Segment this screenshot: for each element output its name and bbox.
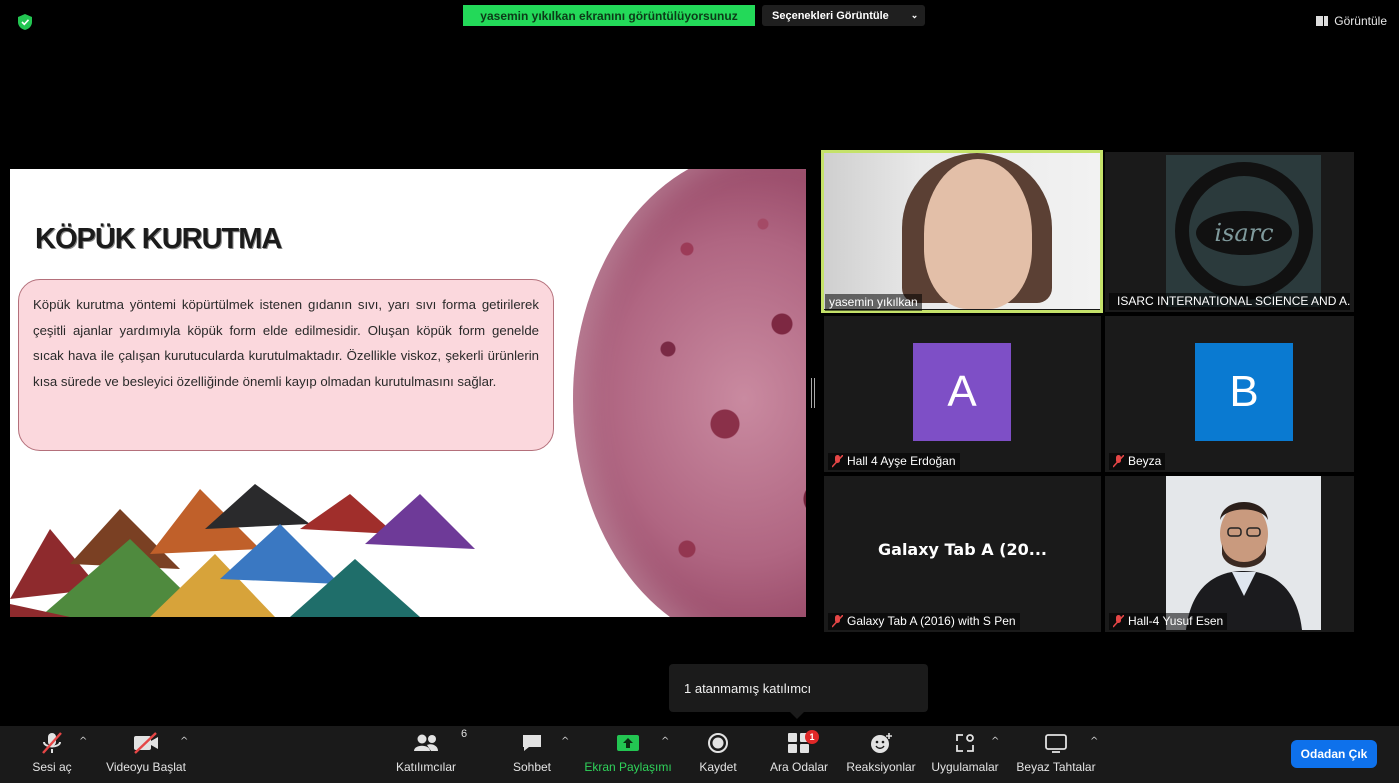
participant-tile-yasemin[interactable]: yasemin yıkılkan — [821, 150, 1103, 313]
isarc-logo: isarc — [1166, 155, 1321, 307]
participant-name-text: Hall-4 Yusuf Esen — [1128, 614, 1224, 628]
avatar: A — [913, 343, 1011, 441]
apps-options-chevron-icon[interactable]: ^ — [991, 736, 1001, 748]
screen-share-banner: yasemin yıkılkan ekranını görüntülüyorsu… — [463, 5, 755, 26]
participant-name: Galaxy Tab A (2016) with S Pen — [828, 613, 1020, 630]
record-button[interactable]: Kaydet — [695, 726, 741, 783]
participant-name: Beyza — [1109, 453, 1166, 470]
shield-icon[interactable] — [18, 14, 32, 30]
view-options-button[interactable]: Seçenekleri Görüntüle ⌄ — [762, 5, 925, 26]
participant-name-text: yasemin yıkılkan — [829, 295, 918, 309]
participant-name: yasemin yıkılkan — [825, 294, 922, 311]
reactions-icon — [871, 733, 892, 753]
video-feed — [1166, 476, 1321, 630]
participant-tile-ayse[interactable]: A Hall 4 Ayşe Erdoğan — [824, 316, 1101, 472]
breakout-rooms-label: Ara Odalar — [769, 760, 829, 774]
breakout-badge: 1 — [805, 730, 819, 744]
muted-mic-icon — [832, 455, 843, 468]
participants-button[interactable]: 6 Katılımcılar — [388, 726, 468, 783]
record-label: Kaydet — [699, 760, 737, 774]
participant-tile-yusuf[interactable]: Hall-4 Yusuf Esen — [1105, 476, 1354, 632]
participants-label: Katılımcılar — [395, 760, 456, 774]
chat-label: Sohbet — [512, 760, 552, 774]
view-button[interactable]: Görüntüle — [1316, 14, 1387, 28]
slide-title: KÖPÜK KURUTMA — [35, 223, 282, 255]
apps-button[interactable]: Uygulamalar — [928, 726, 1002, 783]
start-video-label: Videoyu Başlat — [106, 760, 186, 774]
participant-name-text: Galaxy Tab A (2016) with S Pen — [847, 614, 1016, 628]
participant-name-text: ISARC INTERNATIONAL SCIENCE AND A... — [1117, 294, 1350, 308]
resize-handle[interactable] — [811, 378, 815, 408]
foam-image — [573, 169, 806, 617]
avatar: B — [1195, 343, 1293, 441]
apps-label: Uygulamalar — [931, 760, 999, 774]
share-screen-button[interactable]: Ekran Paylaşımı — [584, 726, 672, 783]
reactions-label: Reaksiyonlar — [846, 760, 916, 774]
chat-options-chevron-icon[interactable]: ^ — [561, 736, 571, 748]
video-face — [924, 159, 1032, 309]
start-video-button[interactable]: Videoyu Başlat — [104, 726, 188, 783]
participant-name-text: Hall 4 Ayşe Erdoğan — [847, 454, 956, 468]
share-screen-icon — [617, 735, 639, 751]
unmute-label: Sesi aç — [32, 760, 72, 774]
isarc-logo-text: isarc — [1214, 219, 1273, 247]
participant-tile-isarc[interactable]: isarc ISARC INTERNATIONAL SCIENCE AND A.… — [1105, 152, 1354, 312]
participant-display-name: Galaxy Tab A (20... — [878, 540, 1047, 559]
chat-button[interactable]: Sohbet — [505, 726, 559, 783]
whiteboard-icon — [1045, 734, 1067, 753]
audio-options-chevron-icon[interactable]: ^ — [79, 736, 89, 748]
video-feed — [824, 153, 1100, 309]
zoom-meeting-window: yasemin yıkılkan ekranını görüntülüyorsu… — [0, 0, 1399, 783]
participant-tile-beyza[interactable]: B Beyza — [1105, 316, 1354, 472]
reactions-button[interactable]: Reaksiyonlar — [846, 726, 916, 783]
apps-icon — [956, 734, 974, 752]
whiteboards-button[interactable]: Beyaz Tahtalar — [1016, 726, 1096, 783]
video-off-icon — [134, 732, 158, 754]
breakout-rooms-button[interactable]: 1 Ara Odalar — [766, 726, 832, 783]
whiteboard-options-chevron-icon[interactable]: ^ — [1090, 736, 1100, 748]
slide-textbox: Köpük kurutma yöntemi köpürtülmek istene… — [18, 279, 554, 451]
participant-tile-galaxy-tab[interactable]: Galaxy Tab A (20... Galaxy Tab A (2016) … — [824, 476, 1101, 632]
participant-name: ISARC INTERNATIONAL SCIENCE AND A... — [1109, 293, 1350, 310]
muted-mic-icon — [832, 615, 843, 628]
chevron-down-icon: ⌄ — [910, 10, 919, 20]
meeting-toolbar: Sesi aç ^ Videoyu Başlat ^ 6 Katılımcıla… — [0, 726, 1399, 783]
participants-count: 6 — [461, 728, 468, 740]
leave-meeting-button[interactable]: Odadan Çık — [1291, 740, 1377, 768]
share-options-chevron-icon[interactable]: ^ — [661, 736, 671, 748]
participants-icon — [414, 734, 438, 751]
record-icon — [708, 733, 728, 753]
video-options-chevron-icon[interactable]: ^ — [180, 736, 190, 748]
colored-powders-image — [10, 484, 475, 617]
isarc-seal-icon: isarc — [1174, 162, 1313, 300]
chat-icon — [523, 735, 541, 751]
participant-name-text: Beyza — [1128, 454, 1162, 468]
muted-mic-icon — [1113, 455, 1124, 468]
unmute-button[interactable]: Sesi aç — [30, 726, 74, 783]
participant-name: Hall 4 Ayşe Erdoğan — [828, 453, 960, 470]
muted-mic-icon — [1113, 615, 1124, 628]
participant-name: Hall-4 Yusuf Esen — [1109, 613, 1228, 630]
layout-icon — [1316, 16, 1329, 26]
muted-mic-icon — [42, 732, 62, 754]
video-person — [1186, 502, 1302, 630]
view-label: Görüntüle — [1334, 14, 1387, 28]
whiteboards-label: Beyaz Tahtalar — [1016, 760, 1096, 774]
shared-screen: KÖPÜK KURUTMA Köpük kurutma yöntemi köpü… — [10, 169, 806, 617]
unassigned-participants-tooltip: 1 atanmamış katılımcı — [669, 664, 928, 719]
share-screen-label: Ekran Paylaşımı — [584, 760, 672, 774]
view-options-label: Seçenekleri Görüntüle — [772, 9, 889, 22]
